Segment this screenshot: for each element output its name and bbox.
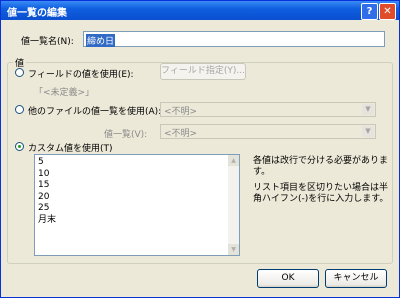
specify-field-button-label: フィールド指定(Y)... — [161, 66, 245, 76]
custom-value-line: 10 — [38, 168, 50, 179]
use-custom-values-label[interactable]: カスタム値を使用(T) — [28, 141, 113, 154]
use-other-file-radio[interactable] — [15, 105, 24, 114]
custom-value-line: 月末 — [38, 214, 57, 225]
specify-field-button: フィールド指定(Y)... — [160, 63, 246, 80]
value-list-dropdown: <不明> ▼ — [160, 124, 376, 139]
note-separator: リスト項目を区切りたい場合は半角ハイフン(-)を行に入力します。 — [253, 183, 389, 204]
use-custom-values-radio[interactable] — [15, 142, 24, 151]
value-list-select-label: 値一覧(V): — [104, 130, 148, 140]
other-file-dropdown-value: <不明> — [164, 107, 198, 117]
use-field-values-label[interactable]: フィールドの値を使用(E): — [28, 67, 134, 80]
other-file-dropdown: <不明> ▼ — [160, 102, 376, 117]
help-button[interactable]: ? — [361, 3, 378, 20]
custom-values-textarea[interactable]: 5 10 15 20 25 月末 ▲ ▼ — [34, 154, 240, 256]
value-list-name-input[interactable]: 締め日 — [83, 31, 385, 47]
use-field-values-radio[interactable] — [15, 68, 24, 77]
custom-values-list: 5 10 15 20 25 月末 — [38, 157, 56, 226]
custom-value-line: 5 — [38, 157, 44, 167]
value-list-name-label: 値一覧名(N): — [21, 37, 74, 47]
chevron-down-icon: ▼ — [362, 126, 374, 137]
chevron-down-icon: ▼ — [362, 104, 374, 115]
titlebar[interactable]: 値一覧の編集 ? ✕ — [1, 1, 399, 20]
ok-button[interactable]: OK — [257, 269, 319, 288]
vertical-scrollbar[interactable]: ▲ ▼ — [228, 155, 239, 255]
scroll-down-icon[interactable]: ▼ — [228, 244, 239, 255]
custom-value-line: 20 — [38, 191, 50, 202]
ok-button-label: OK — [281, 273, 295, 283]
scroll-up-icon[interactable]: ▲ — [228, 155, 239, 166]
field-undefined-text: 「<未定義>」 — [34, 88, 95, 98]
cancel-button[interactable]: キャンセル — [325, 269, 387, 288]
value-list-name-value: 締め日 — [86, 34, 116, 47]
dialog-title: 値一覧の編集 — [7, 8, 67, 19]
note-line-break: 各値は改行で分ける必要があります。 — [253, 156, 389, 177]
use-other-file-label[interactable]: 他のファイルの値一覧を使用(A): — [28, 104, 161, 117]
custom-value-line: 15 — [38, 180, 50, 190]
value-list-dropdown-value: <不明> — [164, 129, 198, 139]
custom-value-line: 25 — [38, 203, 50, 213]
close-button[interactable]: ✕ — [379, 3, 396, 20]
cancel-button-label: キャンセル — [333, 273, 379, 283]
dialog-window: 値一覧の編集 ? ✕ 値一覧名(N): 締め日 値 フィールドの値を使用(E):… — [0, 0, 400, 298]
